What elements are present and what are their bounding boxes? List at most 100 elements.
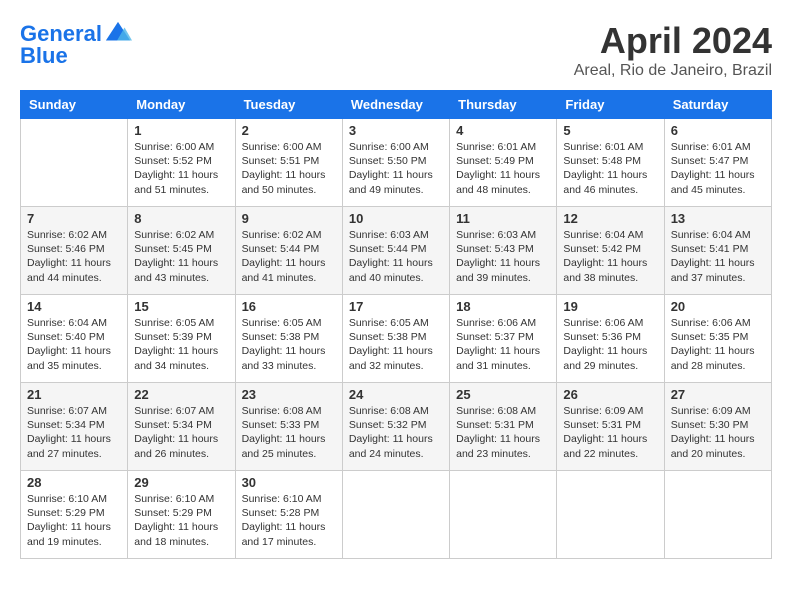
weekday-header: Monday [128, 91, 235, 119]
day-number: 10 [349, 211, 443, 226]
calendar-cell: 9 Sunrise: 6:02 AM Sunset: 5:44 PM Daylig… [235, 207, 342, 295]
calendar-week-row: 21 Sunrise: 6:07 AM Sunset: 5:34 PM Dayli… [21, 383, 772, 471]
calendar-cell: 24 Sunrise: 6:08 AM Sunset: 5:32 PM Dayli… [342, 383, 449, 471]
day-info: Sunrise: 6:10 AM Sunset: 5:29 PM Dayligh… [134, 492, 228, 549]
calendar-week-row: 28 Sunrise: 6:10 AM Sunset: 5:29 PM Dayli… [21, 471, 772, 559]
day-info: Sunrise: 6:09 AM Sunset: 5:31 PM Dayligh… [563, 404, 657, 461]
calendar-cell: 3 Sunrise: 6:00 AM Sunset: 5:50 PM Daylig… [342, 119, 449, 207]
calendar-cell: 6 Sunrise: 6:01 AM Sunset: 5:47 PM Daylig… [664, 119, 771, 207]
calendar-cell: 1 Sunrise: 6:00 AM Sunset: 5:52 PM Daylig… [128, 119, 235, 207]
logo: General Blue [20, 20, 132, 68]
calendar-cell [342, 471, 449, 559]
calendar-cell: 2 Sunrise: 6:00 AM Sunset: 5:51 PM Daylig… [235, 119, 342, 207]
day-number: 19 [563, 299, 657, 314]
day-info: Sunrise: 6:03 AM Sunset: 5:43 PM Dayligh… [456, 228, 550, 285]
weekday-header: Wednesday [342, 91, 449, 119]
title-block: April 2024 Areal, Rio de Janeiro, Brazil [574, 20, 772, 80]
day-number: 16 [242, 299, 336, 314]
day-number: 5 [563, 123, 657, 138]
day-info: Sunrise: 6:05 AM Sunset: 5:38 PM Dayligh… [349, 316, 443, 373]
calendar-cell: 15 Sunrise: 6:05 AM Sunset: 5:39 PM Dayli… [128, 295, 235, 383]
day-info: Sunrise: 6:01 AM Sunset: 5:49 PM Dayligh… [456, 140, 550, 197]
day-number: 4 [456, 123, 550, 138]
day-number: 15 [134, 299, 228, 314]
calendar-cell: 22Sunrise: 6:07 AM Sunset: 5:34 PM Dayli… [128, 383, 235, 471]
day-number: 17 [349, 299, 443, 314]
day-number: 27 [671, 387, 765, 402]
day-number: 6 [671, 123, 765, 138]
day-info: Sunrise: 6:05 AM Sunset: 5:39 PM Dayligh… [134, 316, 228, 373]
day-info: Sunrise: 6:02 AM Sunset: 5:44 PM Dayligh… [242, 228, 336, 285]
calendar-cell: 19 Sunrise: 6:06 AM Sunset: 5:36 PM Dayli… [557, 295, 664, 383]
calendar-cell: 17 Sunrise: 6:05 AM Sunset: 5:38 PM Dayli… [342, 295, 449, 383]
day-info: Sunrise: 6:10 AM Sunset: 5:28 PM Dayligh… [242, 492, 336, 549]
weekday-header: Sunday [21, 91, 128, 119]
day-info: Sunrise: 6:07 AM Sunset: 5:34 PM Dayligh… [27, 404, 121, 461]
calendar-cell: 25 Sunrise: 6:08 AM Sunset: 5:31 PM Dayli… [450, 383, 557, 471]
weekday-header: Friday [557, 91, 664, 119]
day-number: 24 [349, 387, 443, 402]
day-number: 30 [242, 475, 336, 490]
month-title: April 2024 [574, 20, 772, 62]
calendar-cell: 10Sunrise: 6:03 AM Sunset: 5:44 PM Dayli… [342, 207, 449, 295]
day-info: Sunrise: 6:00 AM Sunset: 5:50 PM Dayligh… [349, 140, 443, 197]
day-info: Sunrise: 6:05 AM Sunset: 5:38 PM Dayligh… [242, 316, 336, 373]
calendar-cell: 5 Sunrise: 6:01 AM Sunset: 5:48 PM Daylig… [557, 119, 664, 207]
calendar-table: SundayMondayTuesdayWednesdayThursdayFrid… [20, 90, 772, 559]
calendar-body: 1 Sunrise: 6:00 AM Sunset: 5:52 PM Daylig… [21, 119, 772, 559]
day-number: 13 [671, 211, 765, 226]
day-info: Sunrise: 6:10 AM Sunset: 5:29 PM Dayligh… [27, 492, 121, 549]
logo-icon [104, 20, 132, 48]
calendar-cell: 20Sunrise: 6:06 AM Sunset: 5:35 PM Dayli… [664, 295, 771, 383]
day-info: Sunrise: 6:08 AM Sunset: 5:31 PM Dayligh… [456, 404, 550, 461]
calendar-cell: 18Sunrise: 6:06 AM Sunset: 5:37 PM Dayli… [450, 295, 557, 383]
day-number: 28 [27, 475, 121, 490]
day-info: Sunrise: 6:04 AM Sunset: 5:42 PM Dayligh… [563, 228, 657, 285]
calendar-cell [557, 471, 664, 559]
day-number: 21 [27, 387, 121, 402]
day-info: Sunrise: 6:08 AM Sunset: 5:32 PM Dayligh… [349, 404, 443, 461]
day-info: Sunrise: 6:09 AM Sunset: 5:30 PM Dayligh… [671, 404, 765, 461]
calendar-cell [450, 471, 557, 559]
calendar-cell: 12 Sunrise: 6:04 AM Sunset: 5:42 PM Dayli… [557, 207, 664, 295]
day-number: 3 [349, 123, 443, 138]
calendar-cell: 14 Sunrise: 6:04 AM Sunset: 5:40 PM Dayli… [21, 295, 128, 383]
day-number: 8 [134, 211, 228, 226]
calendar-cell: 4 Sunrise: 6:01 AM Sunset: 5:49 PM Daylig… [450, 119, 557, 207]
calendar-cell: 7 Sunrise: 6:02 AM Sunset: 5:46 PM Daylig… [21, 207, 128, 295]
day-info: Sunrise: 6:02 AM Sunset: 5:45 PM Dayligh… [134, 228, 228, 285]
day-number: 2 [242, 123, 336, 138]
calendar-cell: 29 Sunrise: 6:10 AM Sunset: 5:29 PM Dayli… [128, 471, 235, 559]
weekday-header: Saturday [664, 91, 771, 119]
day-info: Sunrise: 6:01 AM Sunset: 5:47 PM Dayligh… [671, 140, 765, 197]
calendar-week-row: 7 Sunrise: 6:02 AM Sunset: 5:46 PM Daylig… [21, 207, 772, 295]
day-number: 26 [563, 387, 657, 402]
day-info: Sunrise: 6:06 AM Sunset: 5:36 PM Dayligh… [563, 316, 657, 373]
calendar-cell [664, 471, 771, 559]
day-number: 22 [134, 387, 228, 402]
day-info: Sunrise: 6:06 AM Sunset: 5:35 PM Dayligh… [671, 316, 765, 373]
day-number: 12 [563, 211, 657, 226]
day-number: 14 [27, 299, 121, 314]
calendar-cell: 30 Sunrise: 6:10 AM Sunset: 5:28 PM Dayli… [235, 471, 342, 559]
day-info: Sunrise: 6:00 AM Sunset: 5:52 PM Dayligh… [134, 140, 228, 197]
day-info: Sunrise: 6:00 AM Sunset: 5:51 PM Dayligh… [242, 140, 336, 197]
weekday-header: Tuesday [235, 91, 342, 119]
day-info: Sunrise: 6:01 AM Sunset: 5:48 PM Dayligh… [563, 140, 657, 197]
calendar-header-row: SundayMondayTuesdayWednesdayThursdayFrid… [21, 91, 772, 119]
calendar-cell: 21 Sunrise: 6:07 AM Sunset: 5:34 PM Dayli… [21, 383, 128, 471]
calendar-cell: 28 Sunrise: 6:10 AM Sunset: 5:29 PM Dayli… [21, 471, 128, 559]
day-number: 29 [134, 475, 228, 490]
day-info: Sunrise: 6:04 AM Sunset: 5:40 PM Dayligh… [27, 316, 121, 373]
calendar-cell: 11Sunrise: 6:03 AM Sunset: 5:43 PM Dayli… [450, 207, 557, 295]
calendar-week-row: 1 Sunrise: 6:00 AM Sunset: 5:52 PM Daylig… [21, 119, 772, 207]
weekday-header: Thursday [450, 91, 557, 119]
day-info: Sunrise: 6:02 AM Sunset: 5:46 PM Dayligh… [27, 228, 121, 285]
location: Areal, Rio de Janeiro, Brazil [574, 62, 772, 80]
calendar-cell [21, 119, 128, 207]
day-number: 9 [242, 211, 336, 226]
day-number: 25 [456, 387, 550, 402]
day-number: 7 [27, 211, 121, 226]
calendar-cell: 27 Sunrise: 6:09 AM Sunset: 5:30 PM Dayli… [664, 383, 771, 471]
day-number: 1 [134, 123, 228, 138]
